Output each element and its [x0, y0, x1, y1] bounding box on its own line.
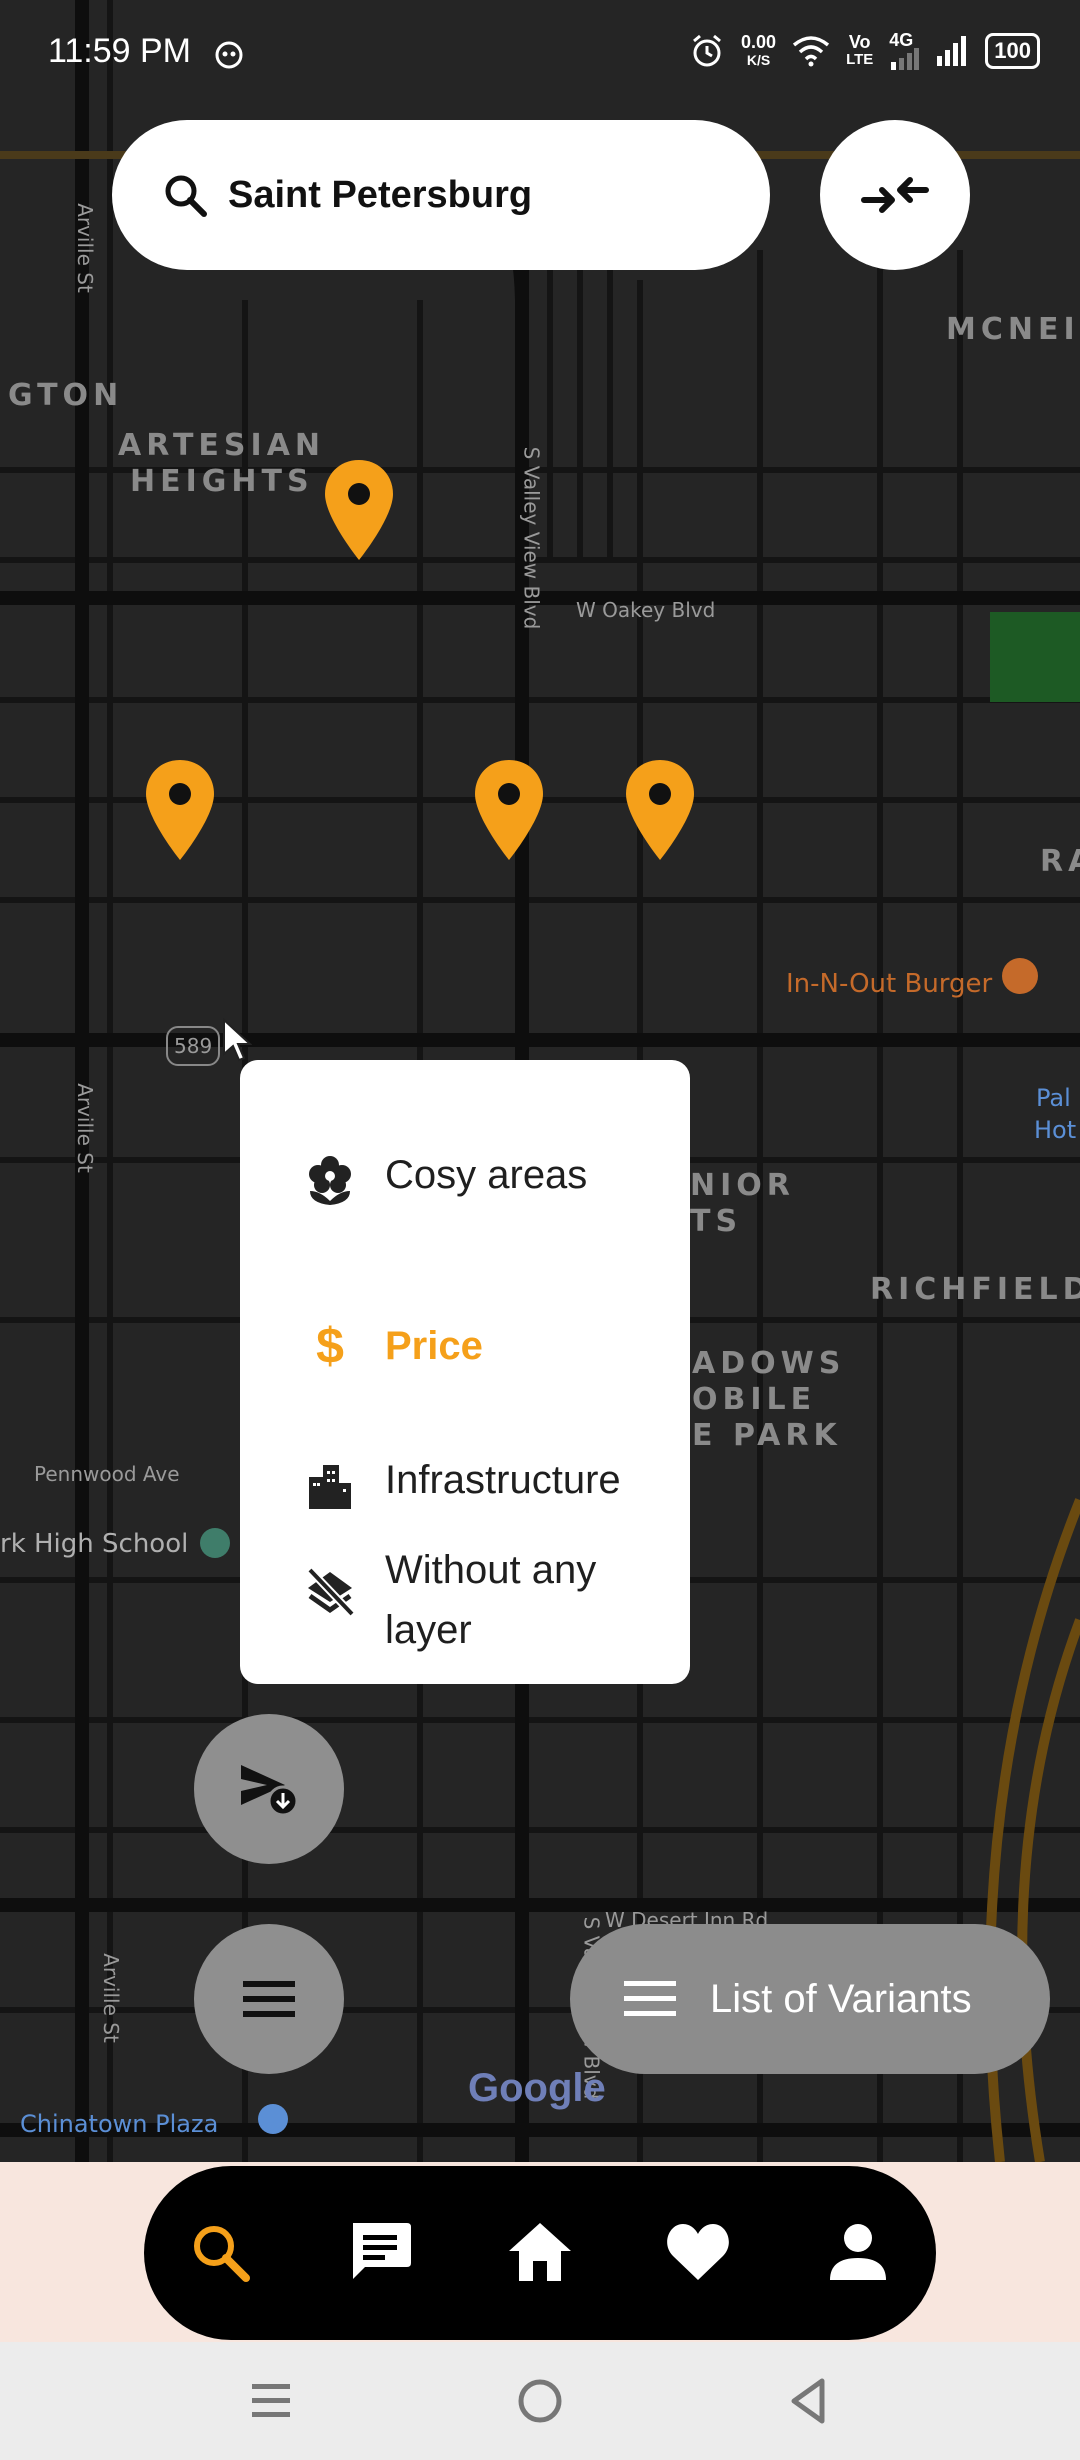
layer-option-label: Price [385, 1324, 483, 1368]
layer-option-label: Cosy areas [385, 1153, 588, 1197]
battery-indicator: 100 [985, 33, 1040, 69]
route-shield: 589 [166, 1026, 221, 1066]
cursor-icon [223, 1018, 252, 1062]
wifi-icon [792, 36, 830, 67]
bottom-navigation [144, 2166, 936, 2340]
map-label-street: Arville St [72, 203, 97, 293]
map-poi-label: Chinatown Plaza [20, 2110, 219, 2138]
search-icon [165, 175, 207, 217]
map-pin-icon[interactable] [144, 758, 216, 862]
map-label-street: Pennwood Ave [34, 1462, 180, 1486]
layer-option-cosy-areas[interactable]: Cosy areas [240, 1130, 690, 1300]
map-label-neighborhood: NIOR [690, 1168, 795, 1203]
food-poi-icon [1002, 958, 1038, 994]
home-circle-icon[interactable] [515, 2376, 565, 2426]
navigate-download-button[interactable] [194, 1714, 344, 1864]
city-buildings-icon [304, 1460, 356, 1512]
nav-favorites[interactable] [662, 2216, 734, 2288]
volte-bottom: LTE [846, 51, 874, 68]
layer-option-infrastructure[interactable]: Infrastructure [240, 1380, 690, 1510]
heart-icon [667, 2224, 729, 2280]
signal-icon [937, 36, 967, 66]
map-poi-label: Pal [1036, 1084, 1071, 1112]
alarm-icon [693, 34, 721, 67]
home-icon [509, 2223, 571, 2281]
layer-option-none[interactable]: Without any layer [240, 1530, 690, 1670]
map-label-street: Arville St [98, 1953, 123, 2043]
layer-option-label: Infrastructure [385, 1458, 621, 1502]
search-bar[interactable]: Saint Petersburg [112, 120, 770, 270]
chat-icon [353, 2223, 411, 2279]
network-type: 4G [889, 30, 914, 50]
map-label-neighborhood: GTON [8, 378, 124, 413]
status-time: 11:59 PM [48, 32, 192, 70]
collapse-button[interactable] [820, 120, 970, 270]
layers-off-icon [304, 1566, 356, 1618]
recent-apps-icon[interactable] [246, 2376, 296, 2426]
nav-search[interactable] [184, 2216, 256, 2288]
system-navigation-bar [0, 2342, 1080, 2460]
dollar-icon: $ [316, 1318, 344, 1374]
map-poi-label: rk High School [0, 1529, 189, 1559]
net-speed-unit: K/S [746, 52, 771, 68]
search-input[interactable]: Saint Petersburg [228, 174, 532, 217]
map-poi-label: In-N-Out Burger [786, 969, 993, 999]
map-label-street: W Oakey Blvd [576, 598, 716, 622]
net-speed-value: 0.00 [741, 32, 777, 52]
status-icons: 0.00 K/S Vo LTE 4G 100 [689, 30, 1040, 70]
map-pin-icon[interactable] [473, 758, 545, 862]
map-label-neighborhood: E PARK [692, 1418, 842, 1453]
google-logo: Google [468, 2066, 606, 2110]
flower-icon [304, 1153, 356, 1205]
list-of-variants-label: List of Variants [710, 1976, 972, 2021]
hamburger-icon [243, 1981, 295, 2017]
map-label-neighborhood: RA [1040, 844, 1080, 879]
layer-option-label: Without any layer [385, 1548, 597, 1652]
map-label-street: Arville St [72, 1083, 97, 1173]
nav-messages[interactable] [344, 2216, 416, 2288]
map-pin-icon[interactable] [624, 758, 696, 862]
layers-menu-button[interactable] [194, 1924, 344, 2074]
back-icon[interactable] [784, 2376, 834, 2426]
shopping-poi-icon [258, 2104, 288, 2134]
signal-weak-icon [891, 48, 920, 70]
layer-menu: Cosy areas $ Price Infrastructure Withou… [240, 1060, 690, 1684]
map-label-neighborhood: TS [690, 1204, 743, 1239]
map-label-neighborhood: ADOWS [692, 1346, 846, 1381]
send-download-icon [241, 1765, 299, 1817]
map-pin-icon[interactable] [323, 458, 395, 562]
notification-icon [215, 41, 243, 69]
map-label-neighborhood: MCNEI [946, 312, 1080, 347]
map-label-street: S Valley View Blvd [519, 446, 544, 630]
map-label-neighborhood: ARTESIAN [118, 428, 326, 463]
status-bar: 11:59 PM 0.00 K/S Vo LTE 4G 100 [0, 0, 1080, 110]
collapse-arrows-icon [861, 177, 929, 213]
list-icon [624, 1981, 676, 2016]
school-poi-icon [200, 1528, 230, 1558]
volte-top: Vo [848, 32, 871, 52]
map-label-neighborhood: HEIGHTS [130, 464, 314, 499]
map-label-neighborhood: RICHFIELD [870, 1272, 1080, 1307]
list-of-variants-button[interactable]: List of Variants [570, 1924, 1050, 2074]
person-icon [830, 2224, 886, 2280]
nav-home[interactable] [504, 2216, 576, 2288]
nav-profile[interactable] [822, 2216, 894, 2288]
map-label-neighborhood: OBILE [692, 1382, 817, 1417]
map-poi-label: Hot [1034, 1116, 1077, 1144]
search-icon [194, 2226, 250, 2282]
